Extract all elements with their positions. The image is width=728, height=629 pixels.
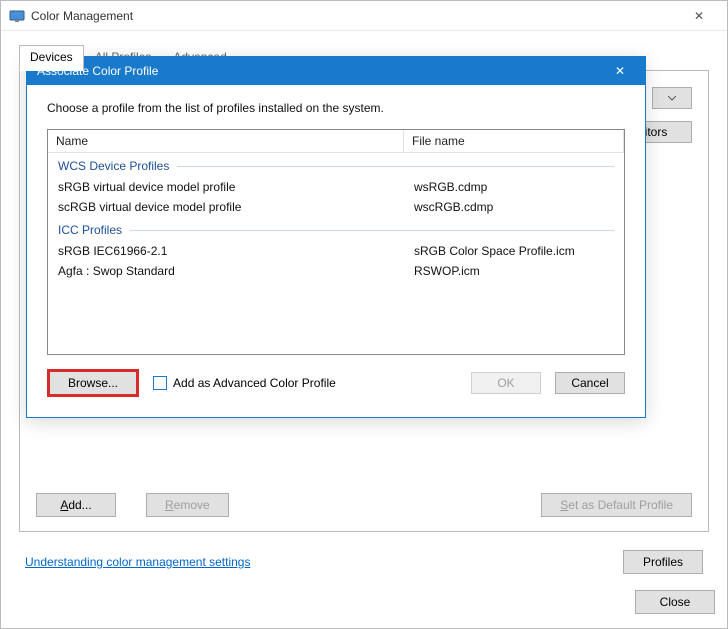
window-close-button[interactable]: ✕ bbox=[679, 1, 719, 30]
app-icon bbox=[9, 8, 25, 24]
list-group-header: ICC Profiles bbox=[48, 217, 624, 241]
list-item[interactable]: Agfa : Swop StandardRSWOP.icm bbox=[48, 261, 624, 281]
dialog-close-button[interactable]: ✕ bbox=[605, 64, 635, 78]
device-dropdown[interactable] bbox=[652, 87, 692, 109]
dialog-titlebar: Associate Color Profile ✕ bbox=[27, 57, 645, 85]
panel-button-row: Add... Remove Set as Default Profile bbox=[36, 493, 692, 517]
dialog-instruction: Choose a profile from the list of profil… bbox=[47, 101, 625, 115]
dialog-title: Associate Color Profile bbox=[37, 64, 605, 78]
list-item[interactable]: sRGB virtual device model profilewsRGB.c… bbox=[48, 177, 624, 197]
set-default-button[interactable]: Set as Default Profile bbox=[541, 493, 692, 517]
chevron-down-icon bbox=[668, 96, 676, 101]
titlebar: Color Management ✕ bbox=[1, 1, 727, 31]
list-group-header: WCS Device Profiles bbox=[48, 153, 624, 177]
tab-devices[interactable]: Devices bbox=[19, 45, 84, 71]
help-link[interactable]: Understanding color management settings bbox=[25, 555, 250, 569]
list-item[interactable]: sRGB IEC61966-2.1sRGB Color Space Profil… bbox=[48, 241, 624, 261]
list-header: Name File name bbox=[48, 130, 624, 153]
add-button[interactable]: Add... bbox=[36, 493, 116, 517]
close-button[interactable]: Close bbox=[635, 590, 715, 614]
window-title: Color Management bbox=[31, 9, 679, 23]
checkbox-icon bbox=[153, 376, 167, 390]
profiles-button[interactable]: Profiles bbox=[623, 550, 703, 574]
associate-color-profile-dialog: Associate Color Profile ✕ Choose a profi… bbox=[26, 56, 646, 418]
column-file[interactable]: File name bbox=[404, 130, 624, 152]
footer-link-row: Understanding color management settings … bbox=[25, 550, 703, 574]
remove-button[interactable]: Remove bbox=[146, 493, 229, 517]
add-advanced-checkbox[interactable]: Add as Advanced Color Profile bbox=[153, 376, 336, 390]
cancel-button[interactable]: Cancel bbox=[555, 372, 625, 394]
ok-button[interactable]: OK bbox=[471, 372, 541, 394]
column-name[interactable]: Name bbox=[48, 130, 404, 152]
browse-button[interactable]: Browse... bbox=[47, 369, 139, 397]
profile-listbox[interactable]: Name File name WCS Device ProfilessRGB v… bbox=[47, 129, 625, 355]
list-item[interactable]: scRGB virtual device model profilewscRGB… bbox=[48, 197, 624, 217]
dialog-button-row: Browse... Add as Advanced Color Profile … bbox=[47, 369, 625, 397]
checkbox-label: Add as Advanced Color Profile bbox=[173, 376, 336, 390]
